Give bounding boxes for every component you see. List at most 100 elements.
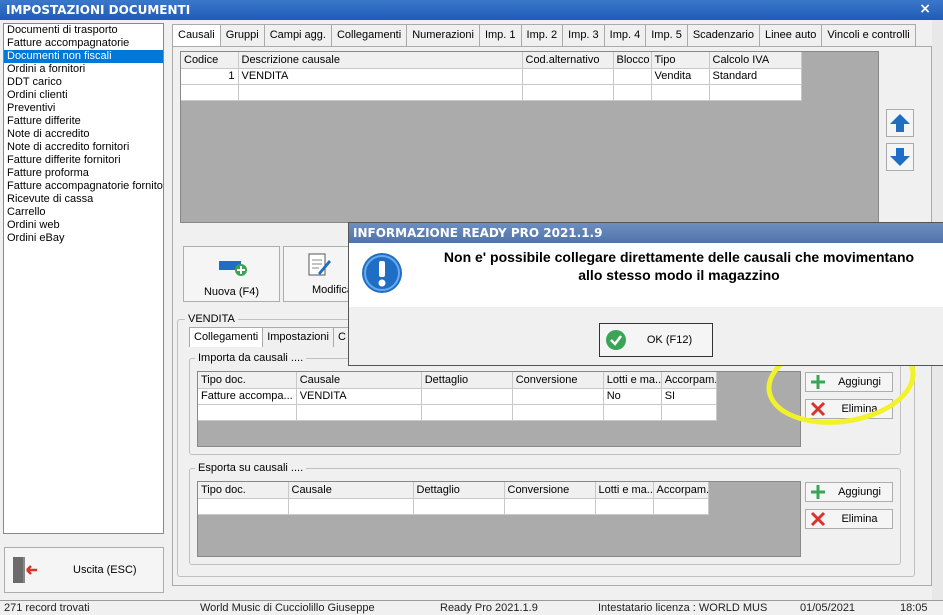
list-item[interactable]: Fatture proforma: [4, 167, 163, 180]
table-cell[interactable]: Standard: [709, 68, 802, 85]
list-item[interactable]: Fatture accompagnatorie fornito: [4, 180, 163, 193]
list-item[interactable]: Ordini clienti: [4, 89, 163, 102]
column-header[interactable]: Tipo: [651, 52, 710, 69]
ok-button-label: OK (F12): [646, 334, 693, 346]
arrow-down-icon: [890, 148, 910, 166]
esporta-header-row: Tipo doc. Causale Dettaglio Conversione Lott…: [198, 482, 709, 499]
list-item[interactable]: Ricevute di cassa: [4, 193, 163, 206]
list-item[interactable]: Ordini web: [4, 219, 163, 232]
table-cell[interactable]: [512, 388, 604, 405]
edit-document-icon: [308, 253, 331, 276]
list-item[interactable]: Preventivi: [4, 102, 163, 115]
tab-imp-4[interactable]: Imp. 4: [603, 24, 647, 46]
list-item[interactable]: Fatture differite: [4, 115, 163, 128]
column-header[interactable]: Accorpam...: [661, 372, 717, 389]
table-cell[interactable]: Fatture accompa...: [198, 388, 297, 405]
table-cell[interactable]: SI: [661, 388, 717, 405]
column-header[interactable]: Dettaglio: [421, 372, 513, 389]
table-cell[interactable]: Vendita: [651, 68, 710, 85]
list-item[interactable]: Note di accredito fornitori: [4, 141, 163, 154]
list-item[interactable]: Carrello: [4, 206, 163, 219]
table-row[interactable]: 1 VENDITA Vendita Standard: [181, 68, 802, 85]
table-row[interactable]: [198, 498, 709, 515]
tab-campi-agg[interactable]: Campi agg.: [263, 24, 332, 46]
column-header[interactable]: Tipo doc.: [198, 482, 289, 499]
column-header[interactable]: Lotti e ma...: [603, 372, 662, 389]
exit-button-label: Uscita (ESC): [73, 564, 137, 576]
importa-header-row: Tipo doc. Causale Dettaglio Conversione Lott…: [198, 372, 717, 389]
move-down-button[interactable]: [886, 143, 914, 171]
column-header[interactable]: Blocco: [613, 52, 652, 69]
column-header[interactable]: Accorpam...: [653, 482, 709, 499]
esporta-table[interactable]: Tipo doc. Causale Dettaglio Conversione Lott…: [198, 482, 709, 515]
tab-vincoli-e-controlli[interactable]: Vincoli e controlli: [821, 24, 916, 46]
dialog-message-line1: Non e' possibile collegare direttamente …: [443, 249, 915, 265]
status-version: Ready Pro 2021.1.9: [440, 602, 538, 614]
column-header[interactable]: Conversione: [504, 482, 596, 499]
move-up-button[interactable]: [886, 109, 914, 137]
list-item[interactable]: Fatture accompagnatorie: [4, 37, 163, 50]
importa-grid[interactable]: Tipo doc. Causale Dettaglio Conversione Lott…: [197, 371, 801, 447]
table-cell[interactable]: VENDITA: [296, 388, 422, 405]
exit-button[interactable]: Uscita (ESC): [4, 547, 164, 593]
table-cell[interactable]: [613, 68, 652, 85]
column-header[interactable]: Descrizione causale: [238, 52, 523, 69]
esporta-add-button[interactable]: Aggiungi: [805, 482, 893, 502]
table-cell[interactable]: [522, 68, 614, 85]
tab-causali[interactable]: Causali: [172, 24, 221, 47]
tab-imp-3[interactable]: Imp. 3: [562, 24, 605, 46]
list-item[interactable]: DDT carico: [4, 76, 163, 89]
list-item[interactable]: Documenti non fiscali: [4, 50, 163, 63]
subtab-impostazioni[interactable]: Impostazioni: [262, 327, 334, 347]
ok-button[interactable]: OK (F12): [599, 323, 713, 357]
status-records: 271 record trovati: [4, 602, 90, 614]
column-header[interactable]: Cod.alternativo: [522, 52, 614, 69]
table-cell[interactable]: [421, 388, 513, 405]
tab-gruppi[interactable]: Gruppi: [219, 24, 265, 46]
column-header[interactable]: Dettaglio: [413, 482, 505, 499]
info-dialog: INFORMAZIONE READY PRO 2021.1.9 Non e' p…: [348, 222, 943, 366]
tab-imp-5[interactable]: Imp. 5: [645, 24, 688, 46]
column-header[interactable]: Lotti e ma...: [595, 482, 654, 499]
causali-table[interactable]: Codice Descrizione causale Cod.alternativo…: [181, 52, 802, 101]
column-header[interactable]: Calcolo IVA: [709, 52, 802, 69]
status-company: World Music di Cucciolillo Giuseppe: [200, 602, 375, 614]
column-header[interactable]: Causale: [288, 482, 414, 499]
causali-grid[interactable]: Codice Descrizione causale Cod.alternativo…: [180, 51, 879, 223]
table-row[interactable]: Fatture accompa... VENDITA No SI: [198, 388, 717, 405]
importa-label: Importa da causali ....: [195, 352, 307, 364]
status-license: Intestatario licenza : WORLD MUS: [598, 602, 768, 614]
list-item[interactable]: Ordini a fornitori: [4, 63, 163, 76]
list-item[interactable]: Note di accredito: [4, 128, 163, 141]
edit-button[interactable]: Modifica: [283, 246, 353, 302]
esporta-delete-label: Elimina: [841, 513, 878, 525]
tab-numerazioni[interactable]: Numerazioni: [406, 24, 480, 46]
column-header[interactable]: Tipo doc.: [198, 372, 297, 389]
esporta-delete-button[interactable]: Elimina: [805, 509, 893, 529]
table-cell[interactable]: VENDITA: [238, 68, 523, 85]
tab-scadenzario[interactable]: Scadenzario: [686, 24, 760, 46]
new-button[interactable]: Nuova (F4): [183, 246, 280, 302]
column-header[interactable]: Codice: [181, 52, 239, 69]
window-titlebar: IMPOSTAZIONI DOCUMENTI ×: [0, 0, 943, 20]
document-type-list[interactable]: Documenti di trasporto Fatture accompagna…: [3, 23, 164, 534]
column-header[interactable]: Conversione: [512, 372, 604, 389]
table-cell[interactable]: 1: [181, 68, 239, 85]
list-item[interactable]: Fatture differite fornitori: [4, 154, 163, 167]
table-cell[interactable]: No: [603, 388, 662, 405]
subtab-collegamenti[interactable]: Collegamenti: [189, 327, 264, 347]
table-row[interactable]: [181, 84, 802, 101]
importa-table[interactable]: Tipo doc. Causale Dettaglio Conversione Lott…: [198, 372, 717, 421]
tab-imp-2[interactable]: Imp. 2: [520, 24, 564, 46]
vendita-label: VENDITA: [185, 313, 238, 325]
table-row[interactable]: [198, 404, 717, 421]
tab-linee-auto[interactable]: Linee auto: [758, 24, 823, 46]
tab-collegamenti[interactable]: Collegamenti: [330, 24, 408, 46]
close-icon[interactable]: ×: [919, 1, 931, 17]
esporta-grid[interactable]: Tipo doc. Causale Dettaglio Conversione Lott…: [197, 481, 801, 557]
tab-imp-1[interactable]: Imp. 1: [478, 24, 522, 46]
column-header[interactable]: Causale: [296, 372, 422, 389]
status-date: 01/05/2021: [800, 602, 856, 614]
list-item[interactable]: Documenti di trasporto: [4, 24, 163, 37]
list-item[interactable]: Ordini eBay: [4, 232, 163, 245]
